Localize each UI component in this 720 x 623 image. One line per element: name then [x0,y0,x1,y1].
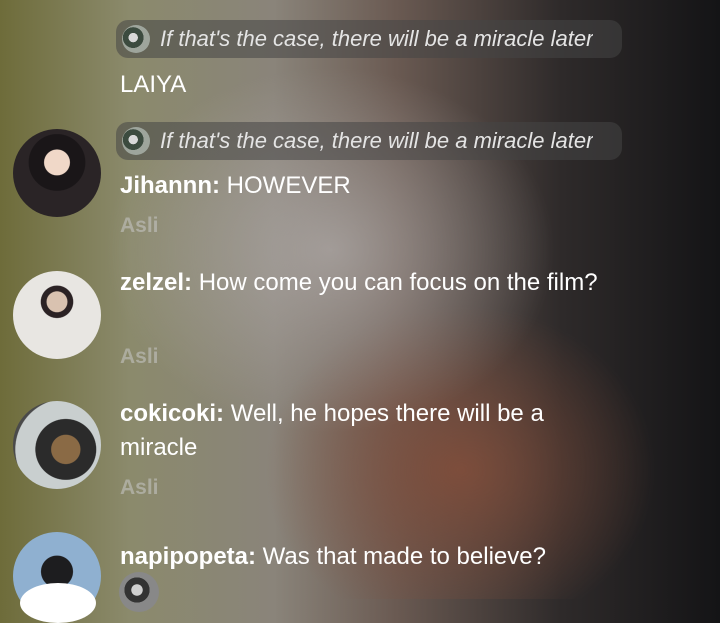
reply-preview-text: If that's the case, there will be a mira… [160,128,594,153]
message-body: Was that made to believe? [262,543,546,570]
message-text: Jihannn: HOWEVER [120,169,620,203]
message-author: zelzel: [120,269,193,296]
message-body: How come you can focus on the film? [198,269,598,296]
avatar-overlay [20,583,96,623]
message-subtext: Asli [120,214,159,237]
reply-avatar [119,572,159,612]
avatar[interactable] [13,401,101,489]
reply-avatar [122,25,150,53]
message-author: Jihannn: [120,172,220,199]
message-text: napipopeta: Was that made to believe? [120,540,620,574]
reply-preview[interactable]: If that's the case, there will be a mira… [116,122,622,160]
reply-preview-text: If that's the case, there will be a mira… [160,26,594,51]
message-author: cokicoki: [120,400,225,427]
avatar[interactable] [13,271,101,359]
message-text: LAIYA [120,68,620,102]
avatar[interactable] [13,129,101,217]
message-text: zelzel: How come you can focus on the fi… [120,266,620,300]
reply-avatar [122,127,150,155]
message-author: napipopeta: [120,543,256,570]
message-body: HOWEVER [226,172,351,199]
message-text: cokicoki: Well, he hopes there will be a… [120,397,620,465]
message-subtext: Asli [120,345,159,368]
reply-preview[interactable]: If that's the case, there will be a mira… [116,20,622,58]
message-body: LAIYA [120,71,187,98]
message-subtext: Asli [120,476,159,499]
